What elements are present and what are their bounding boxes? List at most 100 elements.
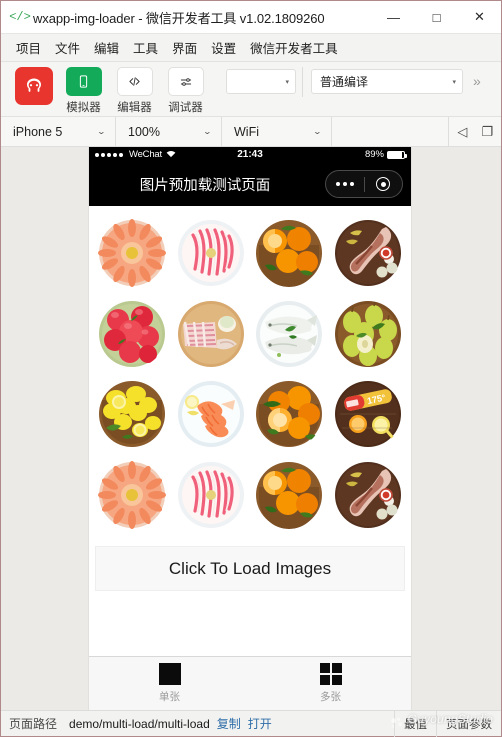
toolbar-left-group: 模拟器 编辑器 调试器 — [11, 67, 212, 115]
speaker-mute-icon[interactable]: ◁ — [457, 125, 467, 138]
maximize-button[interactable]: □ — [415, 1, 458, 34]
close-button[interactable]: ✕ — [458, 1, 501, 34]
window-title: wxapp-img-loader - 微信开发者工具 v1.02.1809260 — [33, 10, 325, 26]
toolbar-simulator-label: 模拟器 — [66, 102, 101, 114]
status-footer-cell-1[interactable]: 最值 — [395, 710, 437, 737]
main-toolbar: 模拟器 编辑器 调试器 ▾ 普通编译 ▾ » — [1, 62, 501, 117]
code-brackets-icon: </> — [9, 10, 31, 24]
chevron-down-icon: ⌄ — [312, 127, 323, 136]
status-time: 21:43 — [237, 149, 263, 160]
titlebar: </> wxapp-img-loader - 微信开发者工具 v1.02.180… — [1, 1, 501, 34]
toolbar-debugger-label: 调试器 — [168, 102, 203, 114]
toolbar-simulator-button[interactable]: 模拟器 — [59, 67, 108, 115]
battery-percent-label: 89% — [364, 149, 384, 160]
phone-frame: WeChat 21:43 89% 图片预加载测试页面 175° Click To… — [89, 147, 411, 710]
lamb-leg-board-2-image[interactable] — [333, 460, 402, 529]
chevron-down-icon: ▾ — [285, 78, 289, 86]
editor-code-icon — [116, 67, 153, 96]
pear-basket-image[interactable] — [333, 299, 402, 368]
open-path-link[interactable]: 打开 — [248, 715, 272, 732]
zoom-level-select[interactable]: 100% ⌄ — [116, 117, 222, 146]
orange-basket-2-image[interactable] — [255, 380, 324, 449]
device-bar-icons: ◁ ❐ — [449, 125, 501, 138]
status-battery-group: 89% — [364, 149, 407, 160]
sliced-pork-image[interactable] — [176, 219, 245, 288]
menu-item-devtools[interactable]: 微信开发者工具 — [243, 35, 345, 60]
image-cell[interactable] — [172, 214, 251, 293]
devtools-logo-button[interactable] — [11, 67, 57, 105]
chevron-down-icon: ▾ — [452, 78, 456, 86]
image-cell[interactable] — [329, 214, 408, 293]
simulator-icon — [65, 67, 102, 96]
miniprogram-tabbar: 单张 多张 — [89, 656, 411, 710]
device-model-value: iPhone 5 — [13, 124, 63, 139]
environment-select[interactable]: ▾ — [226, 69, 296, 94]
menu-item-interface[interactable]: 界面 — [165, 35, 204, 60]
device-bar-spacer — [332, 117, 450, 146]
toolbar-editor-button[interactable]: 编辑器 — [110, 67, 159, 115]
menubar: 项目 文件 编辑 工具 界面 设置 微信开发者工具 — [1, 34, 501, 62]
tab-multi[interactable]: 多张 — [250, 657, 411, 710]
tab-multi-label: 多张 — [320, 691, 341, 703]
orange-basket-image[interactable] — [255, 219, 324, 288]
status-footer-cell-2[interactable]: 页面参数 — [437, 711, 501, 737]
network-type-select[interactable]: WiFi ⌄ — [222, 117, 332, 146]
sliced-pork-2-image[interactable] — [176, 460, 245, 529]
image-cell[interactable] — [250, 375, 329, 454]
load-images-button[interactable]: Click To Load Images — [95, 546, 405, 591]
menu-item-settings[interactable]: 设置 — [204, 35, 243, 60]
image-cell[interactable] — [329, 456, 408, 535]
debugger-sliders-icon — [167, 67, 204, 96]
copy-path-link[interactable]: 复制 — [217, 715, 241, 732]
raw-fish-board-image[interactable] — [176, 299, 245, 368]
single-square-icon — [158, 663, 181, 685]
target-circle-icon[interactable] — [365, 177, 403, 191]
lamb-leg-board-image[interactable] — [333, 219, 402, 288]
image-cell[interactable] — [250, 214, 329, 293]
image-cell[interactable] — [93, 375, 172, 454]
image-cell[interactable] — [329, 295, 408, 374]
orange-basket-3-image[interactable] — [255, 460, 324, 529]
image-cell[interactable] — [93, 214, 172, 293]
wechat-capsule-button[interactable] — [325, 170, 403, 198]
status-footer-right: 最值 页面参数 — [394, 710, 501, 737]
wechat-navbar: 图片预加载测试页面 — [89, 162, 411, 206]
menu-item-project[interactable]: 项目 — [9, 35, 48, 60]
menu-item-file[interactable]: 文件 — [48, 35, 87, 60]
toolbar-divider — [302, 67, 303, 97]
shrimp-platter-image[interactable] — [98, 219, 167, 288]
ellipsis-icon[interactable] — [326, 182, 364, 186]
zoom-level-value: 100% — [128, 124, 160, 139]
compile-mode-select[interactable]: 普通编译 ▾ — [311, 69, 463, 94]
lemon-basket-image[interactable] — [98, 380, 167, 449]
image-cell[interactable] — [250, 456, 329, 535]
compile-mode-value: 普通编译 — [320, 75, 369, 89]
shrimp-platter-2-image[interactable] — [98, 460, 167, 529]
menu-item-tools[interactable]: 工具 — [126, 35, 165, 60]
device-model-select[interactable]: iPhone 5 ⌄ — [1, 117, 116, 146]
cooked-shrimp-plate-image[interactable] — [176, 380, 245, 449]
image-cell[interactable] — [172, 375, 251, 454]
wechat-devtools-logo-icon — [15, 67, 53, 105]
whole-fish-plate-image[interactable] — [255, 299, 324, 368]
minimize-button[interactable]: — — [372, 1, 415, 34]
double-chevron-right-icon[interactable]: » — [473, 73, 481, 89]
image-cell[interactable] — [93, 295, 172, 374]
image-cell[interactable] — [250, 295, 329, 374]
menu-item-edit[interactable]: 编辑 — [87, 35, 126, 60]
toolbar-editor-label: 编辑器 — [117, 102, 152, 114]
page-path-value: demo/multi-load/multi-load — [69, 716, 210, 731]
chevron-down-icon: ⌄ — [202, 127, 213, 136]
image-cell[interactable]: 175° — [329, 375, 408, 454]
detach-window-icon[interactable]: ❐ — [481, 125, 493, 138]
tab-single[interactable]: 单张 — [89, 657, 250, 710]
simulator-stage: WeChat 21:43 89% 图片预加载测试页面 175° Click To… — [1, 147, 501, 710]
red-apples-image[interactable] — [98, 299, 167, 368]
battery-icon — [387, 150, 407, 159]
network-type-value: WiFi — [234, 124, 259, 139]
image-cell[interactable] — [172, 295, 251, 374]
juice-bottle-board-image[interactable]: 175° — [333, 380, 402, 449]
image-cell[interactable] — [172, 456, 251, 535]
image-cell[interactable] — [93, 456, 172, 535]
toolbar-debugger-button[interactable]: 调试器 — [161, 67, 210, 115]
